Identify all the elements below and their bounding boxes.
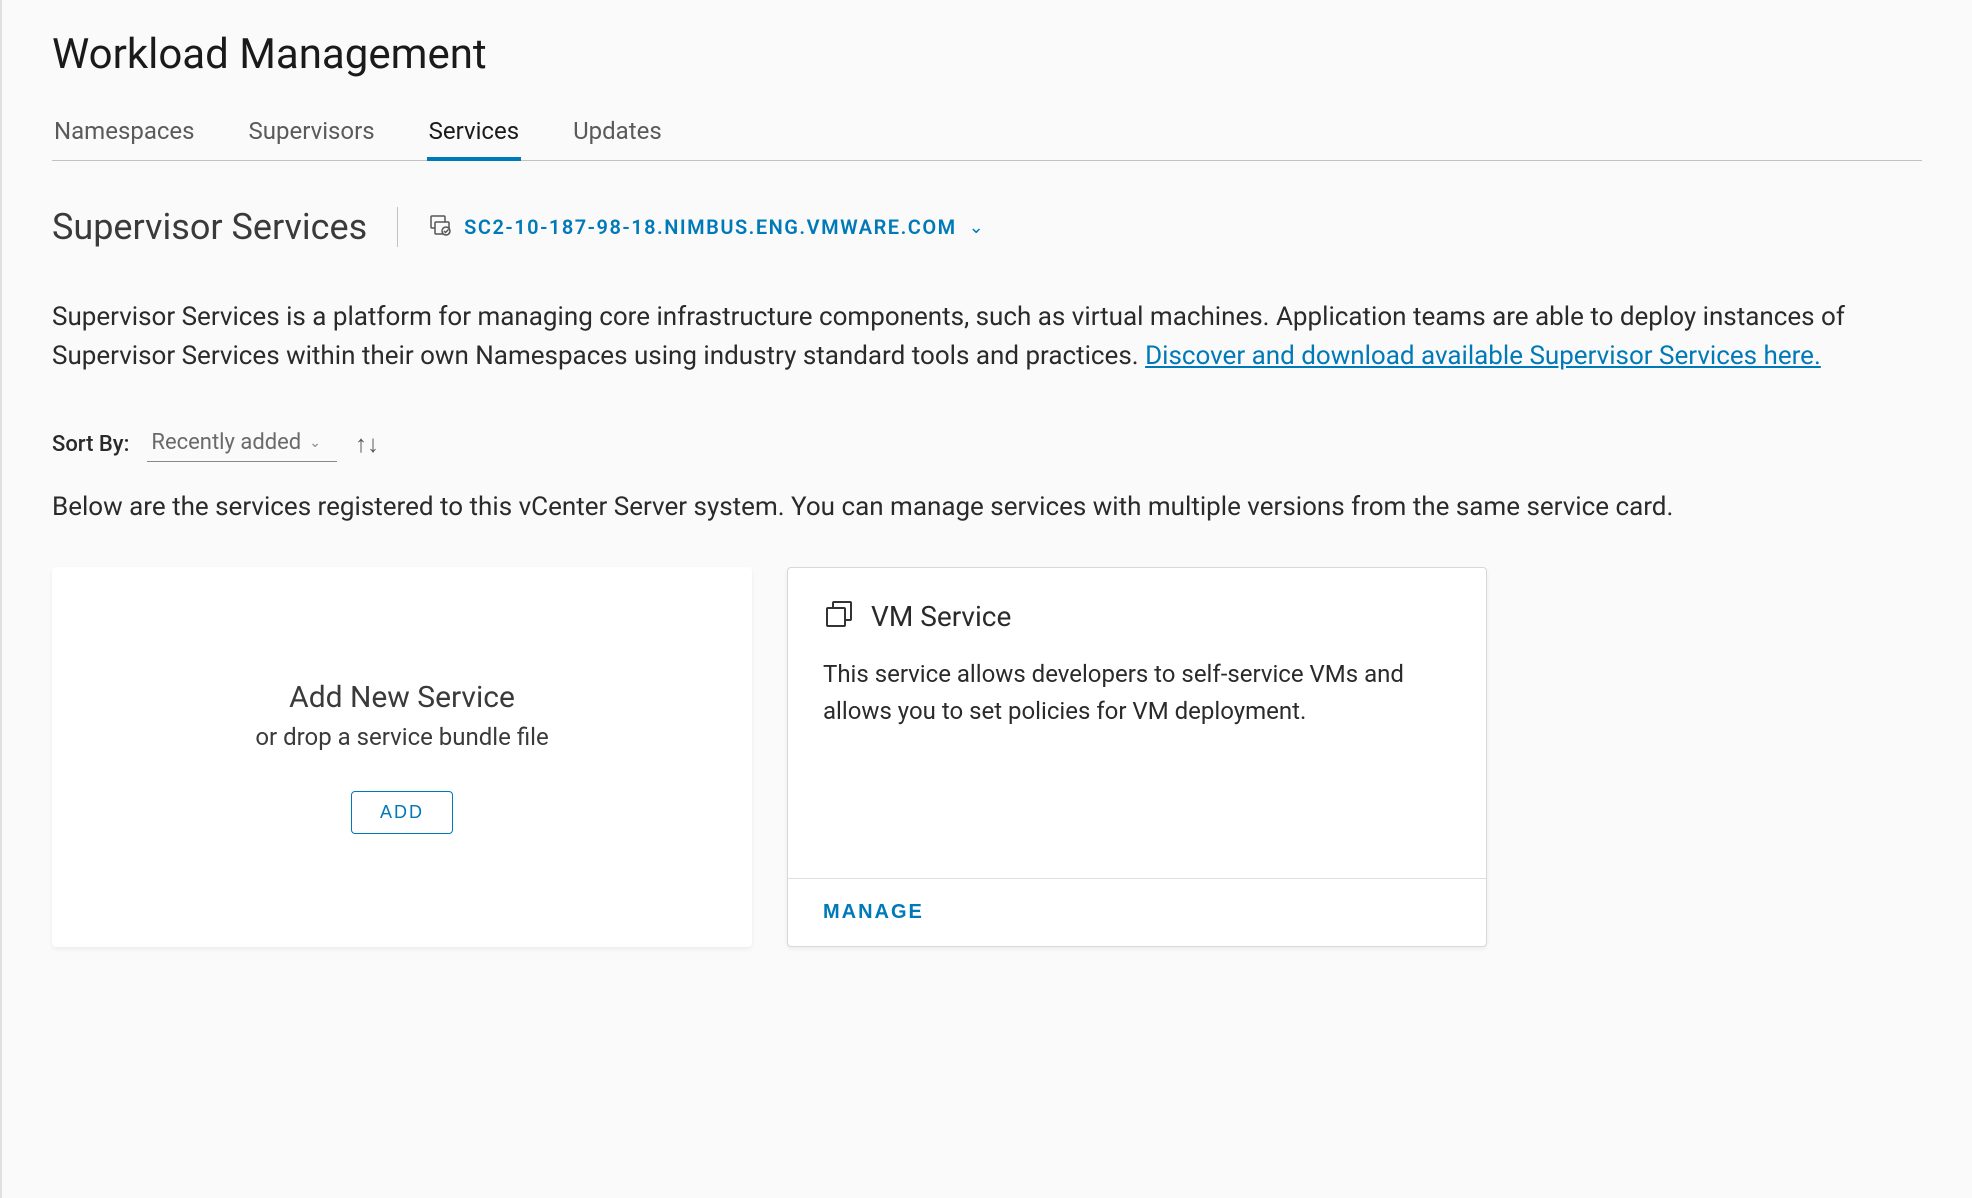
add-service-subtitle: or drop a service bundle file: [255, 723, 548, 751]
sort-select[interactable]: Recently added ⌄: [147, 426, 337, 462]
chevron-down-icon: ⌄: [969, 217, 984, 238]
service-card: VM Service This service allows developer…: [787, 567, 1487, 947]
service-name: VM Service: [871, 600, 1011, 633]
sort-selected-value: Recently added: [151, 430, 301, 455]
page-title: Workload Management: [52, 30, 1922, 79]
divider: [397, 207, 398, 247]
subdescription: Below are the services registered to thi…: [52, 492, 1922, 522]
add-button[interactable]: ADD: [351, 791, 453, 834]
section-title: Supervisor Services: [52, 206, 367, 248]
vm-service-icon: [823, 598, 855, 634]
tab-supervisors[interactable]: Supervisors: [247, 107, 377, 161]
sort-row: Sort By: Recently added ⌄ ↑↓: [52, 426, 1922, 462]
discover-services-link[interactable]: Discover and download available Supervis…: [1145, 341, 1821, 371]
service-card-footer: MANAGE: [788, 878, 1486, 946]
sort-label: Sort By:: [52, 432, 129, 457]
sort-direction-toggle[interactable]: ↑↓: [355, 430, 379, 459]
service-card-header: VM Service: [823, 598, 1451, 634]
chevron-down-icon: ⌄: [309, 435, 321, 451]
add-service-title: Add New Service: [289, 680, 515, 715]
manage-button[interactable]: MANAGE: [823, 901, 924, 924]
tab-services[interactable]: Services: [427, 107, 521, 161]
tab-namespaces[interactable]: Namespaces: [52, 107, 197, 161]
tab-bar: Namespaces Supervisors Services Updates: [52, 107, 1922, 161]
host-selector[interactable]: SC2-10-187-98-18.NIMBUS.ENG.VMWARE.COM ⌄: [428, 213, 984, 241]
service-card-body: VM Service This service allows developer…: [788, 568, 1486, 878]
add-service-card[interactable]: Add New Service or drop a service bundle…: [52, 567, 752, 947]
section-description: Supervisor Services is a platform for ma…: [52, 298, 1922, 376]
vcenter-icon: [428, 213, 452, 241]
tab-updates[interactable]: Updates: [571, 107, 664, 161]
host-name: SC2-10-187-98-18.NIMBUS.ENG.VMWARE.COM: [464, 215, 956, 239]
section-header: Supervisor Services SC2-10-187-98-18.NIM…: [52, 206, 1922, 248]
service-cards: Add New Service or drop a service bundle…: [52, 567, 1922, 947]
service-description: This service allows developers to self-s…: [823, 656, 1451, 730]
